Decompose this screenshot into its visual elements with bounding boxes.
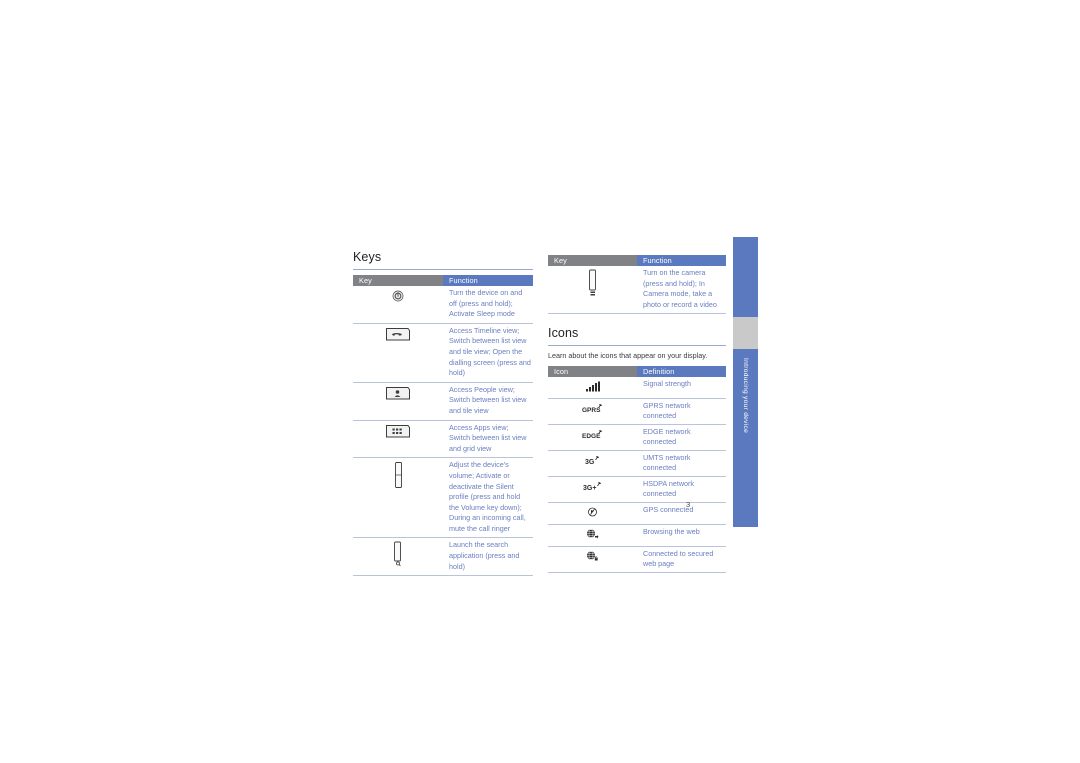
key-cell: [353, 286, 443, 324]
icons-table-head: Icon Definition: [548, 365, 726, 377]
table-row: Access Apps view; Switch between list vi…: [353, 420, 533, 459]
icon-cell: 3G: [548, 450, 637, 477]
browsing-web-icon: [586, 528, 599, 540]
function-cell: Adjust the device's volume; Activate or …: [443, 457, 533, 539]
page-title-keys: Keys: [353, 250, 382, 264]
table-row: EDGE EDGE network connected: [548, 424, 726, 451]
table-row: 3G+ HSDPA network connected: [548, 476, 726, 503]
icon-cell: 3G+: [548, 476, 637, 503]
chapter-tab-strip: Introducing your device: [733, 237, 758, 527]
keys-table-head: Key Function: [353, 275, 533, 286]
page-title-icons: Icons: [548, 326, 579, 341]
apps-key-icon: [385, 424, 411, 439]
svg-text:3G+: 3G+: [583, 485, 596, 492]
umts-network-icon: 3G: [585, 455, 601, 466]
definition-cell: GPRS network connected: [637, 398, 726, 425]
keys-continued-table-body: Turn on the camera (press and hold); In …: [548, 266, 726, 315]
column-header-key: Key: [353, 275, 443, 286]
power-key-icon: [392, 290, 404, 302]
hsdpa-network-icon: 3G+: [583, 481, 603, 492]
column-header-function: Function: [637, 255, 726, 266]
column-header-key: Key: [548, 255, 637, 266]
definition-cell: UMTS network connected: [637, 450, 726, 477]
camera-key-icon: [588, 269, 598, 297]
section-divider: [548, 345, 726, 347]
table-row: Access Timeline view; Switch between lis…: [353, 323, 533, 383]
key-cell: [353, 323, 443, 383]
icons-column: Key Function Turn on the camera (press a…: [548, 255, 726, 573]
table-row: GPS connected: [548, 502, 726, 525]
signal-strength-icon: [585, 381, 601, 392]
table-row: Turn the device on and off (press and ho…: [353, 286, 533, 324]
table-row: Access People view; Switch between list …: [353, 382, 533, 421]
definition-cell: Browsing the web: [637, 524, 726, 547]
icons-intro-text: Learn about the icons that appear on you…: [548, 351, 708, 361]
secure-web-icon: [586, 550, 599, 562]
icon-cell: [548, 546, 637, 573]
column-header-definition: Definition: [637, 365, 726, 377]
key-cell: [353, 382, 443, 421]
table-row: Adjust the device's volume; Activate or …: [353, 457, 533, 539]
function-cell: Access Timeline view; Switch between lis…: [443, 323, 533, 383]
definition-cell: HSDPA network connected: [637, 476, 726, 503]
svg-text:GPRS: GPRS: [582, 407, 601, 414]
icon-cell: [548, 376, 637, 399]
tab-segment-gap: [733, 317, 758, 349]
key-cell: [353, 457, 443, 539]
edge-network-icon: EDGE: [582, 429, 604, 440]
definition-cell: EDGE network connected: [637, 424, 726, 451]
timeline-key-icon: [385, 327, 411, 342]
icons-table: Icon Definition Signal strength GPRS GPR…: [548, 365, 726, 573]
function-cell: Access Apps view; Switch between list vi…: [443, 420, 533, 459]
function-cell: Access People view; Switch between list …: [443, 382, 533, 421]
keys-table: Key Function Turn the device on and off …: [353, 275, 533, 577]
definition-cell: GPS connected: [637, 502, 726, 525]
function-cell: Turn the device on and off (press and ho…: [443, 286, 533, 324]
icons-table-body: Signal strength GPRS GPRS network connec…: [548, 376, 726, 573]
table-row: GPRS GPRS network connected: [548, 398, 726, 425]
table-row: Connected to secured web page: [548, 546, 726, 573]
table-row: 3G UMTS network connected: [548, 450, 726, 477]
function-cell: Launch the search application (press and…: [443, 537, 533, 577]
definition-cell: Signal strength: [637, 376, 726, 399]
manual-page: Keys Key Function Turn the device on and…: [0, 0, 1080, 763]
chapter-tab-label: Introducing your device: [742, 358, 749, 434]
table-row: Signal strength: [548, 376, 726, 399]
keys-table-body: Turn the device on and off (press and ho…: [353, 286, 533, 577]
icon-cell: GPRS: [548, 398, 637, 425]
search-key-icon: [393, 541, 403, 567]
volume-key-icon: [394, 461, 403, 489]
gps-connected-icon: [587, 506, 598, 518]
table-header-row: Icon Definition: [548, 365, 726, 377]
key-cell: [353, 420, 443, 459]
column-header-function: Function: [443, 275, 533, 286]
keys-column: Keys Key Function Turn the device on and…: [353, 250, 533, 577]
svg-text:3G: 3G: [585, 459, 595, 466]
table-row: Launch the search application (press and…: [353, 537, 533, 577]
function-cell: Turn on the camera (press and hold); In …: [637, 266, 726, 315]
key-cell: [353, 537, 443, 577]
tab-segment-top: [733, 237, 758, 317]
icon-cell: [548, 502, 637, 525]
gprs-network-icon: GPRS: [582, 403, 604, 414]
people-key-icon: [385, 386, 411, 401]
column-header-icon: Icon: [548, 365, 637, 377]
table-header-row: Key Function: [353, 275, 533, 286]
section-divider: [353, 269, 533, 270]
icon-cell: [548, 524, 637, 547]
keys-continued-table: Key Function Turn on the camera (press a…: [548, 255, 726, 315]
table-header-row: Key Function: [548, 255, 726, 266]
key-cell: [548, 266, 637, 315]
svg-text:EDGE: EDGE: [582, 433, 601, 440]
keys-continued-table-head: Key Function: [548, 255, 726, 266]
table-row: Browsing the web: [548, 524, 726, 547]
table-row: Turn on the camera (press and hold); In …: [548, 266, 726, 315]
page-number: 3: [686, 500, 691, 509]
icon-cell: EDGE: [548, 424, 637, 451]
definition-cell: Connected to secured web page: [637, 546, 726, 573]
